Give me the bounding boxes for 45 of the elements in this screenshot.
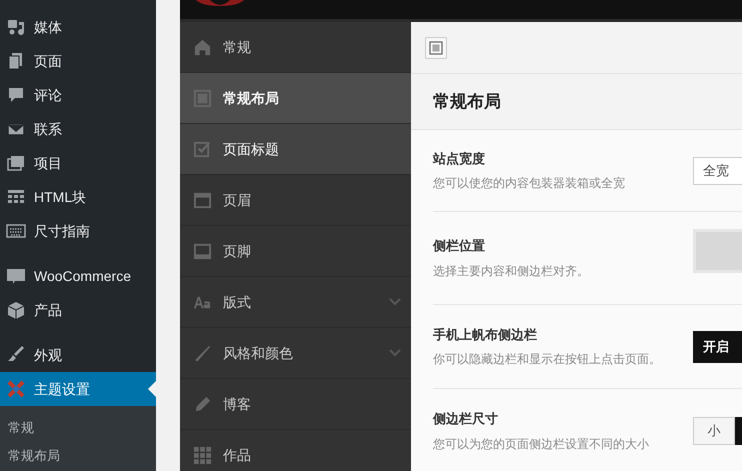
cross-icon (6, 379, 26, 399)
checkbox-icon (193, 140, 212, 158)
admin-menu-item[interactable]: 联系 (0, 112, 156, 146)
speech-tag-icon (6, 266, 26, 286)
window-icon (193, 190, 212, 210)
layout-toggle-button[interactable] (425, 36, 447, 58)
submenu-item[interactable]: 常规 (0, 414, 156, 442)
pen-icon (193, 344, 212, 362)
admin-menu-item[interactable]: 主题设置 (0, 372, 156, 406)
sidebar-position-option[interactable] (693, 229, 742, 273)
setting-label: 手机上帆布侧边栏 (433, 326, 538, 344)
stacked-pictures-icon (6, 153, 26, 173)
pencil-icon (193, 394, 212, 414)
setting-label: 侧边栏尺寸 (433, 410, 499, 428)
speech-bubble-icon (6, 85, 26, 105)
setting-description: 您可以为您的页面侧边栏设置不同的大小 (433, 436, 650, 453)
setting-label: 站点宽度 (433, 150, 486, 168)
layout-icon (429, 40, 443, 54)
admin-menu-item[interactable]: 产品 (0, 293, 156, 327)
logo-icon (194, 0, 246, 6)
media-icon (6, 17, 26, 37)
width-select[interactable]: 全宽 (693, 156, 742, 184)
setting-description: 选择主要内容和侧边栏对齐。 (433, 262, 590, 280)
house-icon (193, 38, 212, 56)
box-icon (6, 300, 26, 320)
layout-icon (193, 88, 212, 108)
window-icon (193, 242, 212, 260)
nav-item[interactable]: 页面标题 (180, 124, 411, 175)
admin-menu-item[interactable]: WooCommerce (0, 259, 156, 293)
admin-menu-item[interactable]: 尺寸指南 (0, 214, 156, 248)
toggle-button[interactable]: 开启 (693, 330, 742, 362)
admin-menu-item[interactable]: 外观 (0, 338, 156, 372)
nav-item[interactable]: 常规布局 (180, 73, 411, 124)
setting-description: 你可以隐藏边栏和显示在按钮上点击页面。 (433, 351, 662, 368)
grid-icon (193, 446, 212, 464)
admin-menu-item[interactable]: 评论 (0, 78, 156, 112)
admin-menu-item[interactable]: 项目 (0, 146, 156, 180)
admin-menu-item[interactable]: 媒体 (0, 10, 156, 44)
setting-description: 您可以使您的内容包装器装箱或全宽 (433, 175, 626, 192)
submenu-item[interactable]: 常规布局 (0, 442, 156, 470)
admin-menu-item[interactable]: 页面 (0, 44, 156, 78)
setting-label: 侧栏位置 (433, 237, 486, 256)
size-option[interactable]: 小 (693, 417, 735, 445)
panel-title: 常规布局 (433, 90, 501, 113)
admin-menu-item[interactable]: HTML块 (0, 180, 156, 214)
